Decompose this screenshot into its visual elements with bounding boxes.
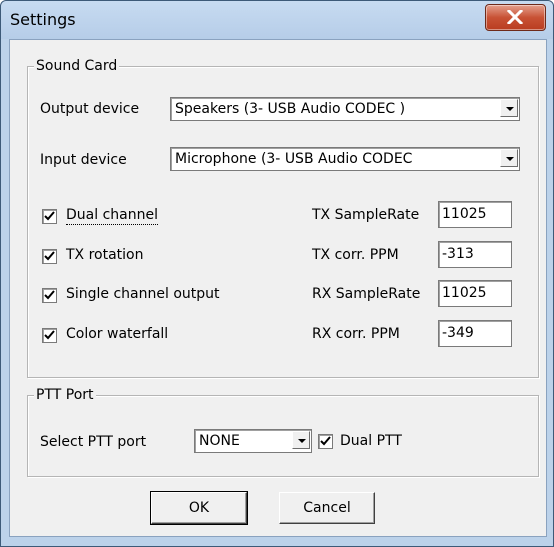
input-device-select[interactable]: Microphone (3- USB Audio CODEC: [170, 147, 520, 171]
rx-corr-ppm-label: RX corr. PPM: [312, 326, 400, 342]
tx-rotation-label[interactable]: TX rotation: [66, 246, 144, 264]
chevron-down-icon[interactable]: [292, 431, 310, 449]
tx-samplerate-value: 11025: [442, 206, 487, 222]
cancel-button[interactable]: Cancel: [279, 492, 375, 524]
checkmark-icon: [44, 330, 55, 340]
output-device-value: Speakers (3- USB Audio CODEC ): [175, 101, 406, 117]
single-channel-output-label[interactable]: Single channel output: [66, 285, 220, 303]
input-device-value: Microphone (3- USB Audio CODEC: [175, 151, 413, 167]
sound-card-legend: Sound Card: [34, 57, 120, 75]
tx-corr-ppm-value: -313: [442, 246, 474, 262]
checkmark-icon: [44, 251, 55, 261]
rx-samplerate-label: RX SampleRate: [312, 286, 421, 302]
ptt-port-legend: PTT Port: [34, 386, 96, 404]
tx-samplerate-label: TX SampleRate: [312, 207, 420, 223]
color-waterfall-label[interactable]: Color waterfall: [66, 325, 168, 343]
rx-corr-ppm-value: -349: [442, 325, 474, 341]
single-channel-output-checkbox[interactable]: [42, 288, 57, 303]
close-button[interactable]: [485, 4, 546, 31]
dialog-client-area: Sound Card Output device Speakers (3- US…: [9, 39, 547, 537]
checkmark-icon: [44, 211, 55, 221]
tx-rotation-checkbox[interactable]: [42, 249, 57, 264]
settings-window: Settings Sound Card Output device Speake…: [0, 0, 554, 547]
title-bar[interactable]: Settings: [1, 1, 553, 39]
ptt-port-group: PTT Port Select PTT port NONE Dual PTT: [27, 386, 539, 477]
checkmark-icon: [44, 290, 55, 300]
chevron-down-icon[interactable]: [500, 99, 518, 117]
tx-corr-ppm-label: TX corr. PPM: [312, 247, 399, 263]
input-device-label: Input device: [40, 152, 127, 168]
tx-samplerate-input[interactable]: 11025: [438, 201, 512, 228]
color-waterfall-checkbox[interactable]: [42, 328, 57, 343]
output-device-label: Output device: [40, 101, 140, 117]
tx-corr-ppm-input[interactable]: -313: [438, 241, 512, 268]
dual-channel-label[interactable]: Dual channel: [66, 206, 158, 225]
sound-card-group: Sound Card Output device Speakers (3- US…: [27, 57, 539, 378]
select-ptt-port-label: Select PTT port: [40, 434, 147, 450]
dual-channel-checkbox[interactable]: [42, 209, 57, 224]
ptt-port-select[interactable]: NONE: [194, 429, 312, 453]
chevron-down-icon[interactable]: [500, 149, 518, 167]
rx-corr-ppm-input[interactable]: -349: [438, 320, 512, 347]
close-icon: [507, 10, 523, 24]
dual-ptt-checkbox[interactable]: [318, 434, 333, 449]
rx-samplerate-value: 11025: [442, 285, 487, 301]
checkmark-icon: [320, 436, 331, 446]
ptt-port-value: NONE: [199, 433, 240, 449]
window-title: Settings: [10, 10, 76, 29]
dual-ptt-label[interactable]: Dual PTT: [340, 432, 402, 450]
output-device-select[interactable]: Speakers (3- USB Audio CODEC ): [170, 97, 520, 121]
ok-button[interactable]: OK: [150, 491, 248, 525]
rx-samplerate-input[interactable]: 11025: [438, 280, 512, 307]
